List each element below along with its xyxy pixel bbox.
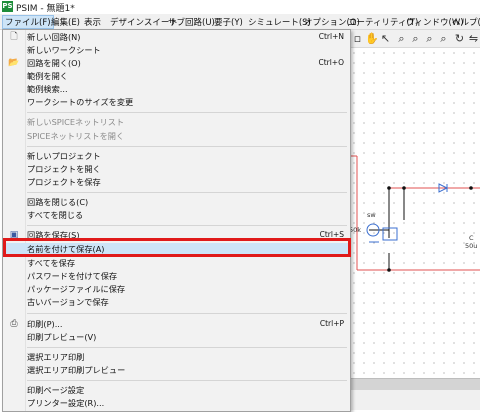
menu-item-label: パッケージファイルに保存 (27, 284, 126, 294)
menu-item-new-worksheet[interactable]: 新しいワークシート (3, 44, 350, 56)
zoom-fit-icon[interactable]: ⌕ (423, 32, 436, 45)
rotate-icon[interactable]: ↻ (453, 32, 466, 45)
menu-item-label: 回路を保存(S) (27, 230, 80, 240)
title-bar: PS PSIM - 無題1* (0, 0, 480, 14)
menu-item-new-circuit[interactable]: 🗋 新しい回路(N) Ctrl+N (3, 31, 350, 43)
menu-item-open-project[interactable]: プロジェクトを開く (3, 163, 350, 175)
menu-item-close-circuit[interactable]: 回路を閉じる(C) (3, 196, 350, 208)
menu-item-label: 回路を閉じる(C) (27, 197, 89, 207)
menu-item-label: すべてを保存 (27, 258, 76, 268)
menu-item-close-all[interactable]: すべてを閉じる (3, 209, 350, 221)
menu-separator (27, 112, 347, 113)
menu-item-label: パスワードを付けて保存 (27, 271, 118, 281)
menu-separator (27, 225, 347, 226)
menu-item-label: すべてを閉じる (27, 210, 84, 220)
toolbar: ▫ ✋ ↖ ⌕ ⌕ ⌕ ⌕ ↻ ⇋ (349, 30, 480, 48)
menu-edit[interactable]: 編集(E) (51, 16, 80, 28)
menu-item-label: 印刷プレビュー(V) (27, 332, 97, 342)
menu-item-label: 新しいプロジェクト (27, 151, 101, 161)
menu-item-label: SPICEネットリストを開く (27, 131, 125, 141)
menu-item-label: 回路を開く(O) (27, 58, 81, 68)
switch-label: sw (367, 211, 376, 219)
menu-item-save-all[interactable]: すべてを保存 (3, 257, 350, 269)
menu-item-label: 範例検索... (27, 84, 68, 94)
flip-icon[interactable]: ⇋ (467, 32, 480, 45)
capacitor-name-label: C (469, 234, 474, 242)
menu-elements[interactable]: 要子(Y) (214, 16, 243, 28)
menu-item-open-spice-netlist: SPICEネットリストを開く (3, 130, 350, 142)
menu-simulate[interactable]: シミュレート(S) (248, 16, 311, 28)
menu-separator (27, 347, 347, 348)
menu-separator (27, 380, 347, 381)
menu-item-page-setup[interactable]: 印刷ページ設定 (3, 384, 350, 396)
menu-item-label: 範例を開く (27, 71, 68, 81)
menu-item-label: 新しい回路(N) (27, 32, 81, 42)
menu-item-shortcut: Ctrl+P (319, 319, 344, 328)
menu-item-label: 新しいワークシート (27, 45, 101, 55)
menu-item-label: 選択エリア印刷プレビュー (27, 365, 126, 375)
zoom-in-icon[interactable]: ⌕ (395, 32, 408, 45)
menu-item-shortcut: Ctrl+S (319, 230, 344, 239)
menu-item-save-old-version[interactable]: 古いバージョンで保存 (3, 296, 350, 308)
menu-item-save-as[interactable]: 名前を付けて保存(A) (3, 243, 350, 255)
menu-item-open-example[interactable]: 範例を開く (3, 70, 350, 82)
menu-item-search-example[interactable]: 範例検索... (3, 83, 350, 95)
menu-view[interactable]: 表示 (84, 16, 101, 28)
window-title: PSIM - 無題1* (16, 4, 75, 14)
status-bar (349, 390, 480, 410)
menu-item-save-with-password[interactable]: パスワードを付けて保存 (3, 270, 350, 282)
schematic-canvas[interactable]: sw 50k C 50u (349, 48, 480, 378)
menu-item-print-selection-preview[interactable]: 選択エリア印刷プレビュー (3, 364, 350, 376)
menu-item-print[interactable]: ⎙ 印刷(P)... Ctrl+P (3, 318, 350, 330)
menu-item-label: 印刷ページ設定 (27, 385, 85, 395)
menu-item-save-project[interactable]: プロジェクトを保存 (3, 176, 350, 188)
menu-separator (27, 192, 347, 193)
menu-bar: ファイル(F) 編集(E) 表示 デザインスイート サブ回路(U) 要子(Y) … (0, 14, 480, 30)
menu-item-label: プロジェクトを開く (27, 164, 101, 174)
menu-item-shortcut: Ctrl+N (318, 32, 344, 41)
menu-file[interactable]: ファイル(F) (2, 15, 54, 29)
menu-subcircuit[interactable]: サブ回路(U) (168, 16, 215, 28)
menu-separator (27, 313, 347, 314)
menu-item-open-circuit[interactable]: 📂 回路を開く(O) Ctrl+O (3, 57, 350, 69)
new-file-icon: 🗋 (10, 32, 18, 42)
menu-item-save-circuit[interactable]: ▣ 回路を保存(S) Ctrl+S (3, 229, 350, 241)
zoom-area-icon[interactable]: ⌕ (437, 32, 450, 45)
printer-icon: ⎙ (10, 319, 18, 329)
menu-separator (27, 146, 347, 147)
menu-item-new-spice-netlist: 新しいSPICEネットリスト (3, 116, 350, 128)
menu-item-label: 印刷(P)... (27, 319, 63, 329)
hand-pan-icon[interactable]: ✋ (365, 32, 379, 45)
menu-item-save-package[interactable]: パッケージファイルに保存 (3, 283, 350, 295)
menu-item-label: 名前を付けて保存(A) (27, 244, 105, 254)
menu-item-label: プリンター設定(R)... (27, 398, 105, 408)
file-menu-dropdown: 🗋 新しい回路(N) Ctrl+N 新しいワークシート 📂 回路を開く(O) C… (2, 29, 351, 412)
menu-item-new-project[interactable]: 新しいプロジェクト (3, 150, 350, 162)
menu-item-label: 選択エリア印刷 (27, 352, 85, 362)
select-arrow-icon[interactable]: ↖ (379, 32, 392, 45)
menu-item-resize-worksheet[interactable]: ワークシートのサイズを変更 (3, 96, 350, 108)
menu-item-label: プロジェクトを保存 (27, 177, 101, 187)
menu-help[interactable]: ヘルプ(H (452, 16, 480, 28)
capacitor-value-label: 50u (465, 242, 478, 250)
zoom-out-icon[interactable]: ⌕ (409, 32, 422, 45)
psim-logo-icon: PS (2, 1, 13, 12)
open-folder-icon: 📂 (8, 58, 20, 68)
save-disk-icon: ▣ (9, 230, 19, 240)
menu-item-label: 古いバージョンで保存 (27, 297, 109, 307)
tool-square-icon[interactable]: ▫ (351, 32, 364, 45)
menu-item-shortcut: Ctrl+O (318, 58, 344, 67)
menu-item-print-preview[interactable]: 印刷プレビュー(V) (3, 331, 350, 343)
menu-item-printer-setup[interactable]: プリンター設定(R)... (3, 397, 350, 409)
menu-item-print-selection[interactable]: 選択エリア印刷 (3, 351, 350, 363)
menu-item-label: 新しいSPICEネットリスト (27, 117, 125, 127)
menu-item-label: ワークシートのサイズを変更 (27, 97, 134, 107)
